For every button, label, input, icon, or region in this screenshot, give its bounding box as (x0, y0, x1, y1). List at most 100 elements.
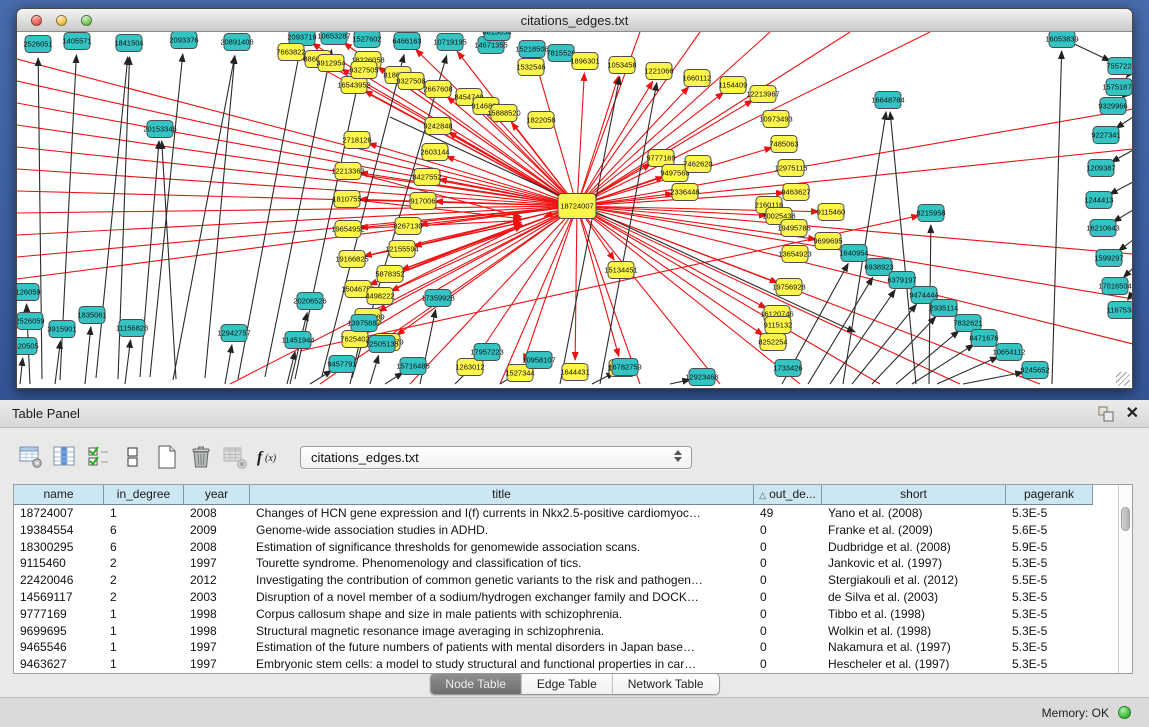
cell-in_degree[interactable]: 2 (104, 555, 184, 572)
cell-in_degree[interactable]: 6 (104, 522, 184, 539)
cell-in_degree[interactable]: 1 (104, 505, 184, 522)
table-row[interactable]: 977716911998Corpus callosum shape and si… (14, 606, 1132, 623)
window-titlebar[interactable]: citations_edges.txt (17, 9, 1132, 32)
graph-node[interactable]: 17016504 (1098, 278, 1131, 295)
graph-node[interactable]: 20153346 (143, 121, 176, 138)
column-header-year[interactable]: year (184, 485, 250, 505)
graph-node[interactable]: 9329966 (1098, 98, 1127, 115)
cell-title[interactable]: Estimation of significance thresholds fo… (250, 539, 754, 556)
cell-short[interactable]: Dudbridge et al. (2008) (822, 539, 1006, 556)
cell-view-icon[interactable] (116, 441, 150, 473)
graph-node[interactable]: 7557224 (1106, 58, 1132, 75)
table-options-icon[interactable] (14, 441, 48, 473)
graph-node[interactable]: 17957223 (470, 344, 503, 361)
graph-node[interactable]: 1835061 (77, 307, 106, 324)
graph-node[interactable]: 7663822 (276, 44, 305, 61)
graph-node[interactable]: 11451944 (282, 332, 315, 349)
graph-node[interactable]: 6379197 (887, 272, 916, 289)
graph-node[interactable]: 8215958 (916, 205, 945, 222)
graph-node[interactable]: 1209387 (1086, 160, 1115, 177)
graph-node[interactable]: 9463627 (781, 184, 810, 201)
cell-year[interactable]: 1998 (184, 623, 250, 640)
graph-node[interactable]: 2336448 (670, 184, 699, 201)
graph-node[interactable]: 1660112 (683, 70, 712, 87)
graph-node[interactable]: 16648784 (871, 92, 904, 109)
column-header-short[interactable]: short (822, 485, 1006, 505)
cell-name[interactable]: 9465546 (14, 639, 104, 656)
graph-node[interactable]: 12975115 (775, 160, 808, 177)
cell-in_degree[interactable]: 6 (104, 539, 184, 556)
cell-out_de[interactable]: 0 (754, 522, 822, 539)
cell-title[interactable]: Tourette syndrome. Phenomenology and cla… (250, 555, 754, 572)
resize-grip[interactable] (1116, 372, 1130, 386)
graph-node[interactable]: 8427552 (412, 169, 441, 186)
graph-node[interactable]: 16782759 (608, 359, 641, 376)
cell-out_de[interactable]: 49 (754, 505, 822, 522)
cell-year[interactable]: 2008 (184, 505, 250, 522)
graph-node[interactable]: 10653287 (317, 32, 350, 45)
graph-node[interactable]: 7832621 (953, 315, 982, 332)
graph-node[interactable]: 3912954 (316, 55, 345, 72)
cell-title[interactable]: Estimation of the future numbers of pati… (250, 639, 754, 656)
select-all-columns-icon[interactable] (82, 441, 116, 473)
graph-node[interactable]: 16210643 (1086, 220, 1119, 237)
show-hide-columns-icon[interactable] (48, 441, 82, 473)
column-header-name[interactable]: name (14, 485, 104, 505)
graph-node[interactable]: 4498222 (365, 288, 394, 305)
graph-node[interactable]: 18724007 (558, 194, 596, 219)
column-header-in_degree[interactable]: in_degree (104, 485, 184, 505)
cell-year[interactable]: 2008 (184, 539, 250, 556)
tab-network-table[interactable]: Network Table (612, 674, 719, 694)
delete-table-icon[interactable] (218, 441, 252, 473)
graph-node[interactable]: 2718126 (342, 132, 371, 149)
column-header-pagerank[interactable]: pagerank (1006, 485, 1093, 505)
graph-node[interactable]: 15751874 (1102, 79, 1132, 96)
graph-node[interactable]: 16543952 (337, 77, 370, 94)
cell-in_degree[interactable]: 1 (104, 606, 184, 623)
graph-node[interactable]: 19166825 (335, 251, 368, 268)
cell-pagerank[interactable]: 5.3E-5 (1006, 505, 1093, 522)
cell-in_degree[interactable]: 1 (104, 639, 184, 656)
cell-title[interactable]: Investigating the contribution of common… (250, 572, 754, 589)
graph-node[interactable]: 13975887 (347, 315, 380, 332)
graph-node[interactable]: 10973493 (759, 111, 792, 128)
table-selector-dropdown[interactable]: citations_edges.txt (300, 446, 692, 469)
graph-node[interactable]: 7462620 (683, 156, 712, 173)
cell-pagerank[interactable]: 5.3E-5 (1006, 589, 1093, 606)
scrollbar-thumb[interactable] (1121, 507, 1130, 531)
graph-node[interactable]: 9777169 (646, 150, 675, 167)
graph-node[interactable]: 1167534 (1107, 302, 1132, 319)
cell-pagerank[interactable]: 5.5E-5 (1006, 572, 1093, 589)
table-row[interactable]: 1456911722003Disruption of a novel membe… (14, 589, 1132, 606)
cell-year[interactable]: 2003 (184, 589, 250, 606)
graph-node[interactable]: 1640954 (839, 245, 868, 262)
cell-year[interactable]: 1997 (184, 656, 250, 673)
graph-node[interactable]: 9699695 (813, 233, 842, 250)
cell-short[interactable]: Jankovic et al. (1997) (822, 555, 1006, 572)
cell-title[interactable]: Corpus callosum shape and size in male p… (250, 606, 754, 623)
cell-out_de[interactable]: 0 (754, 572, 822, 589)
cell-out_de[interactable]: 0 (754, 539, 822, 556)
graph-node[interactable]: 8267130 (393, 218, 422, 235)
cell-in_degree[interactable]: 1 (104, 656, 184, 673)
cell-out_de[interactable]: 0 (754, 656, 822, 673)
network-canvas[interactable]: 2526051140557118415042093376208914062093… (17, 32, 1132, 388)
column-header-out_de[interactable]: △out_de... (754, 485, 822, 505)
cell-short[interactable]: Nakamura et al. (1997) (822, 639, 1006, 656)
cell-short[interactable]: Hescheler et al. (1997) (822, 656, 1006, 673)
cell-pagerank[interactable]: 5.3E-5 (1006, 656, 1093, 673)
cell-short[interactable]: Yano et al. (2008) (822, 505, 1006, 522)
close-panel-icon[interactable]: ✕ (1126, 404, 1139, 424)
graph-node[interactable]: 1532546 (516, 59, 545, 76)
cell-in_degree[interactable]: 2 (104, 589, 184, 606)
graph-node[interactable]: 10654112 (993, 344, 1026, 361)
graph-node[interactable]: 2526051 (23, 36, 52, 53)
graph-node[interactable]: 19756928 (772, 279, 805, 296)
tab-node-table[interactable]: Node Table (430, 674, 521, 694)
cell-in_degree[interactable]: 2 (104, 572, 184, 589)
zoom-button[interactable] (81, 15, 92, 26)
graph-node[interactable]: 15218506 (515, 41, 548, 58)
cell-title[interactable]: Disruption of a novel member of a sodium… (250, 589, 754, 606)
column-header-title[interactable]: title (250, 485, 754, 505)
graph-node[interactable]: 1154409 (719, 77, 748, 94)
